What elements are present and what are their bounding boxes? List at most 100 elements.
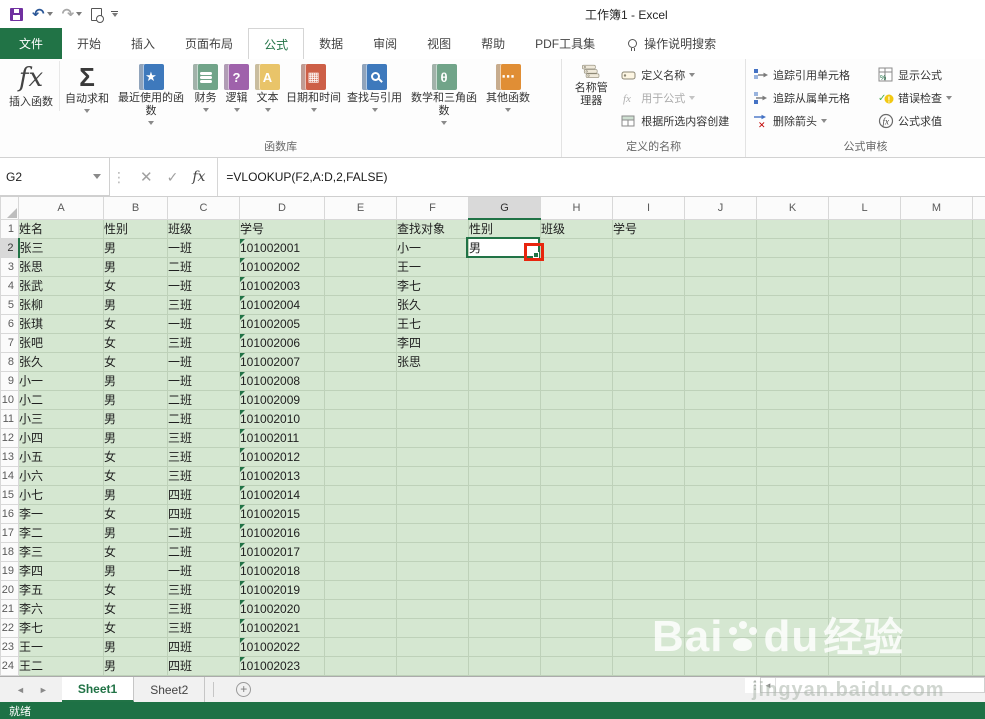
row-header-5[interactable]: 5: [0, 294, 19, 315]
ribbon-tab-插入[interactable]: 插入: [116, 28, 170, 59]
sheet-nav-left-icon[interactable]: ◄: [16, 685, 25, 695]
cell-D22[interactable]: 101002021: [239, 617, 325, 638]
cell-L11[interactable]: [828, 408, 901, 429]
cell-K10[interactable]: [756, 389, 829, 410]
column-header-J[interactable]: J: [684, 197, 757, 220]
lib-button-数学和三角函数[interactable]: θ 数学和三角函数: [405, 61, 483, 125]
row-header-2[interactable]: 2: [0, 237, 20, 258]
error-checking-button[interactable]: ✓! 错误检查: [874, 86, 982, 109]
dropdown-caret-icon[interactable]: [148, 121, 154, 125]
cell-J9[interactable]: [684, 370, 757, 391]
cell-J18[interactable]: [684, 541, 757, 562]
enter-icon[interactable]: ✓: [167, 169, 179, 186]
cell-H15[interactable]: [540, 484, 613, 505]
cell-I14[interactable]: [612, 465, 685, 486]
cell-F5[interactable]: 张久: [396, 294, 469, 315]
cell-L13[interactable]: [828, 446, 901, 467]
row-header-16[interactable]: 16: [0, 503, 19, 524]
cell-I19[interactable]: [612, 560, 685, 581]
cell-K18[interactable]: [756, 541, 829, 562]
cell-E23[interactable]: [324, 636, 397, 657]
cell-J11[interactable]: [684, 408, 757, 429]
cell-G6[interactable]: [468, 313, 541, 334]
cell-G4[interactable]: [468, 275, 541, 296]
cell-J2[interactable]: [684, 237, 757, 258]
cell-L7[interactable]: [828, 332, 901, 353]
cell-J8[interactable]: [684, 351, 757, 372]
cell-M19[interactable]: [900, 560, 973, 581]
cell-I4[interactable]: [612, 275, 685, 296]
cell-M2[interactable]: [900, 237, 973, 258]
cell-L14[interactable]: [828, 465, 901, 486]
cell-A8[interactable]: 张久: [18, 351, 104, 372]
cell-H1[interactable]: 班级: [540, 218, 613, 239]
cell-I7[interactable]: [612, 332, 685, 353]
ribbon-tab-审阅[interactable]: 审阅: [358, 28, 412, 59]
cell-M18[interactable]: [900, 541, 973, 562]
cell-I1[interactable]: 学号: [612, 218, 685, 239]
cell-D3[interactable]: 101002002: [239, 256, 325, 277]
cell-E9[interactable]: [324, 370, 397, 391]
row-header-12[interactable]: 12: [0, 427, 19, 448]
cell-K22[interactable]: [756, 617, 829, 638]
cell-A13[interactable]: 小五: [18, 446, 104, 467]
cell-C5[interactable]: 三班: [167, 294, 240, 315]
row-header-8[interactable]: 8: [0, 351, 19, 372]
cell-B2[interactable]: 男: [103, 237, 168, 258]
cell-I20[interactable]: [612, 579, 685, 600]
cell-H11[interactable]: [540, 408, 613, 429]
row-header-3[interactable]: 3: [0, 256, 19, 277]
cell-J5[interactable]: [684, 294, 757, 315]
cell-J12[interactable]: [684, 427, 757, 448]
column-header-G[interactable]: G: [468, 197, 541, 220]
lib-button-日期和时间[interactable]: ▦ 日期和时间: [283, 61, 344, 112]
cell-C8[interactable]: 一班: [167, 351, 240, 372]
cell-M5[interactable]: [900, 294, 973, 315]
cell-E16[interactable]: [324, 503, 397, 524]
cell-F11[interactable]: [396, 408, 469, 429]
cell-C12[interactable]: 三班: [167, 427, 240, 448]
cell-E22[interactable]: [324, 617, 397, 638]
cell-I24[interactable]: [612, 655, 685, 676]
cell-L22[interactable]: [828, 617, 901, 638]
cell-K9[interactable]: [756, 370, 829, 391]
row-header-18[interactable]: 18: [0, 541, 19, 562]
sheet-tab-Sheet1[interactable]: Sheet1: [61, 677, 135, 702]
evaluate-formula-button[interactable]: fx 公式求值: [874, 109, 982, 132]
cell-A12[interactable]: 小四: [18, 427, 104, 448]
cell-K24[interactable]: [756, 655, 829, 676]
cell-L24[interactable]: [828, 655, 901, 676]
cell-H13[interactable]: [540, 446, 613, 467]
column-header-C[interactable]: C: [167, 197, 240, 220]
row-header-14[interactable]: 14: [0, 465, 19, 486]
cell-F3[interactable]: 王一: [396, 256, 469, 277]
cell-C23[interactable]: 四班: [167, 636, 240, 657]
cell-D7[interactable]: 101002006: [239, 332, 325, 353]
cell-L8[interactable]: [828, 351, 901, 372]
cell-L23[interactable]: [828, 636, 901, 657]
cell-C17[interactable]: 二班: [167, 522, 240, 543]
column-header-A[interactable]: A: [18, 197, 104, 220]
cell-J19[interactable]: [684, 560, 757, 581]
cell-D14[interactable]: 101002013: [239, 465, 325, 486]
cell-H7[interactable]: [540, 332, 613, 353]
cell-F15[interactable]: [396, 484, 469, 505]
cell-E18[interactable]: [324, 541, 397, 562]
row-header-6[interactable]: 6: [0, 313, 19, 334]
ribbon-tab-页面布局[interactable]: 页面布局: [170, 28, 248, 59]
cell-D12[interactable]: 101002011: [239, 427, 325, 448]
cell-B22[interactable]: 女: [103, 617, 168, 638]
cell-E10[interactable]: [324, 389, 397, 410]
lib-button-文本[interactable]: A 文本: [252, 61, 283, 112]
cell-J1[interactable]: [684, 218, 757, 239]
cell-E8[interactable]: [324, 351, 397, 372]
cell-H3[interactable]: [540, 256, 613, 277]
cell-D23[interactable]: 101002022: [239, 636, 325, 657]
row-header-9[interactable]: 9: [0, 370, 19, 391]
cell-I6[interactable]: [612, 313, 685, 334]
cell-A9[interactable]: 小一: [18, 370, 104, 391]
cell-A3[interactable]: 张思: [18, 256, 104, 277]
cell-F13[interactable]: [396, 446, 469, 467]
lib-button-自动求和[interactable]: Σ 自动求和: [62, 61, 112, 113]
customize-qat-icon[interactable]: [111, 10, 119, 18]
